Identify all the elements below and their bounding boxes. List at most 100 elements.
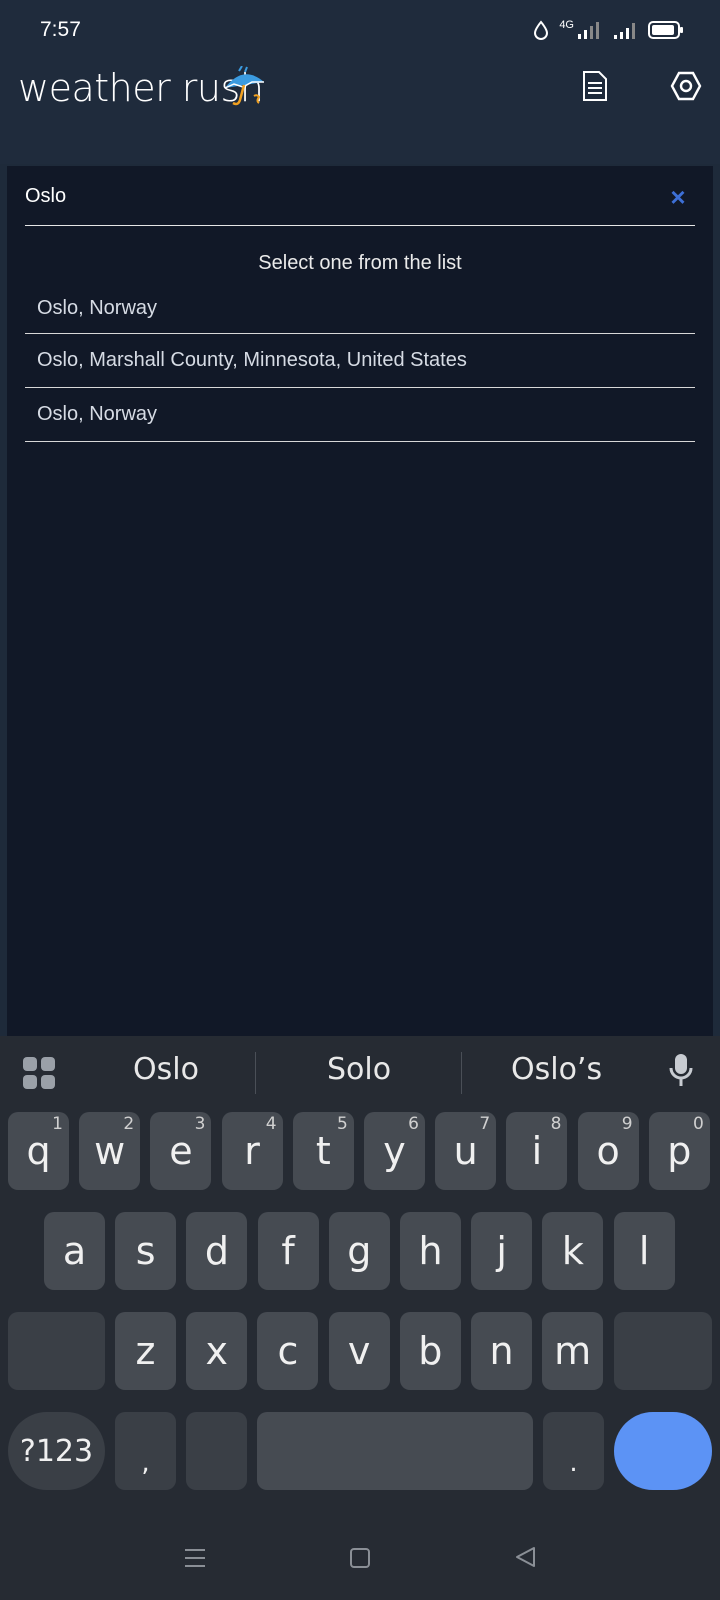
key-w[interactable]: w2	[79, 1112, 141, 1190]
key-c[interactable]: c	[257, 1312, 319, 1390]
key-label: .	[569, 1448, 578, 1478]
key-label: m	[554, 1329, 592, 1373]
key-s[interactable]: s	[115, 1212, 177, 1290]
suggestion-1[interactable]: Oslo	[133, 1052, 199, 1087]
key-m[interactable]: m	[542, 1312, 604, 1390]
key-i[interactable]: i8	[506, 1112, 568, 1190]
home-icon[interactable]	[350, 1548, 370, 1568]
clear-button[interactable]: ×	[661, 180, 695, 214]
key-hint: 1	[52, 1114, 63, 1134]
key-label: p	[667, 1129, 692, 1173]
key-h[interactable]: h	[400, 1212, 461, 1290]
comma-key[interactable]: ,	[115, 1412, 176, 1490]
key-t[interactable]: t5	[292, 1112, 354, 1190]
key-label: e	[169, 1129, 193, 1173]
key-u[interactable]: u7	[435, 1112, 497, 1190]
search-field: ×	[25, 166, 695, 226]
navigation-bar	[0, 1516, 720, 1600]
key-v[interactable]: v	[328, 1312, 390, 1390]
key-label: c	[277, 1329, 299, 1373]
key-f[interactable]: f	[257, 1212, 319, 1290]
key-label: z	[135, 1329, 156, 1373]
app-bar: weather rush	[0, 64, 720, 164]
key-k[interactable]: k	[542, 1212, 604, 1290]
document-icon[interactable]	[582, 70, 608, 102]
results-list: Oslo, Norway Oslo, Marshall County, Minn…	[25, 284, 695, 442]
symbols-key[interactable]: ?123	[8, 1412, 105, 1490]
suggestion-divider	[255, 1052, 256, 1094]
settings-icon[interactable]	[670, 70, 702, 102]
key-label: r	[244, 1129, 260, 1173]
key-hint: 0	[692, 1114, 704, 1134]
suggestion-2[interactable]: Solo	[327, 1052, 391, 1087]
key-hint: 2	[123, 1114, 135, 1134]
menu-icon[interactable]	[184, 1548, 206, 1568]
key-label: f	[281, 1229, 295, 1273]
signal-icon	[578, 22, 599, 39]
umbrella-icon	[224, 66, 264, 106]
key-hint: 5	[336, 1114, 348, 1134]
key-label: q	[26, 1129, 51, 1173]
key-label: v	[347, 1329, 371, 1373]
key-b[interactable]: b	[399, 1312, 461, 1390]
key-x[interactable]: x	[186, 1312, 248, 1390]
key-label: y	[383, 1129, 406, 1173]
search-input[interactable]	[25, 180, 625, 212]
key-j[interactable]: j	[471, 1212, 533, 1290]
list-hint: Select one from the list	[258, 252, 462, 274]
keyboard: q 1 w 2 e 3 r 4 t 5 y 6 u 7 i 8 o 9 p 0 a s d f g h j k l z x c v b n m ?123…	[0, 1112, 720, 1516]
list-item[interactable]: Oslo, Norway	[25, 284, 695, 334]
key-label: h	[418, 1229, 443, 1273]
backspace-key[interactable]	[614, 1312, 712, 1390]
key-p[interactable]: p0	[648, 1112, 710, 1190]
period-key[interactable]: .	[543, 1412, 604, 1490]
key-hint: 8	[550, 1114, 562, 1134]
status-bar: 7:57 4G	[0, 0, 720, 64]
keyboard-suggestion-bar: Oslo Solo Oslo’s	[0, 1036, 720, 1112]
key-label: u	[453, 1129, 478, 1173]
network-type: 4G	[559, 19, 574, 31]
status-time: 7:57	[40, 18, 81, 41]
shift-key[interactable]	[8, 1312, 105, 1390]
key-hint: 7	[479, 1114, 491, 1134]
signal-2-icon	[614, 23, 635, 39]
key-label: ,	[141, 1448, 150, 1478]
key-label: d	[204, 1229, 229, 1273]
back-icon[interactable]	[514, 1546, 536, 1568]
status-icons: 4G	[533, 19, 684, 40]
key-label: ?123	[19, 1433, 94, 1469]
key-y[interactable]: y6	[364, 1112, 425, 1190]
key-hint: 3	[194, 1114, 206, 1134]
key-z[interactable]: z	[115, 1312, 176, 1390]
list-item[interactable]: Oslo, Marshall County, Minnesota, United…	[25, 334, 695, 388]
key-hint: 9	[621, 1114, 633, 1134]
suggestion-3[interactable]: Oslo’s	[511, 1052, 602, 1087]
key-e[interactable]: e3	[150, 1112, 212, 1190]
key-label: k	[561, 1229, 584, 1273]
key-l[interactable]: l	[613, 1212, 675, 1290]
key-g[interactable]: g	[328, 1212, 390, 1290]
key-label: x	[205, 1329, 228, 1373]
key-label: i	[531, 1129, 543, 1173]
key-r[interactable]: r4	[221, 1112, 283, 1190]
close-icon: ×	[670, 181, 686, 212]
key-d[interactable]: d	[186, 1212, 248, 1290]
key-n[interactable]: n	[471, 1312, 532, 1390]
mic-icon[interactable]	[668, 1052, 694, 1090]
key-label: g	[347, 1229, 372, 1273]
space-key[interactable]	[257, 1412, 533, 1490]
key-label: b	[418, 1329, 443, 1373]
key-q[interactable]: q1	[8, 1112, 69, 1190]
key-label: l	[638, 1229, 650, 1273]
key-hint: 4	[265, 1114, 277, 1134]
key-label: a	[62, 1229, 87, 1273]
key-label: s	[135, 1229, 156, 1273]
search-key[interactable]	[614, 1412, 712, 1490]
battery-icon	[648, 21, 683, 39]
key-a[interactable]: a	[44, 1212, 105, 1290]
apps-grid-icon[interactable]	[22, 1056, 56, 1090]
list-item[interactable]: Oslo, Norway	[25, 388, 695, 442]
key-o[interactable]: o9	[577, 1112, 639, 1190]
key-label: j	[496, 1229, 507, 1273]
emoji-key[interactable]	[186, 1412, 247, 1490]
